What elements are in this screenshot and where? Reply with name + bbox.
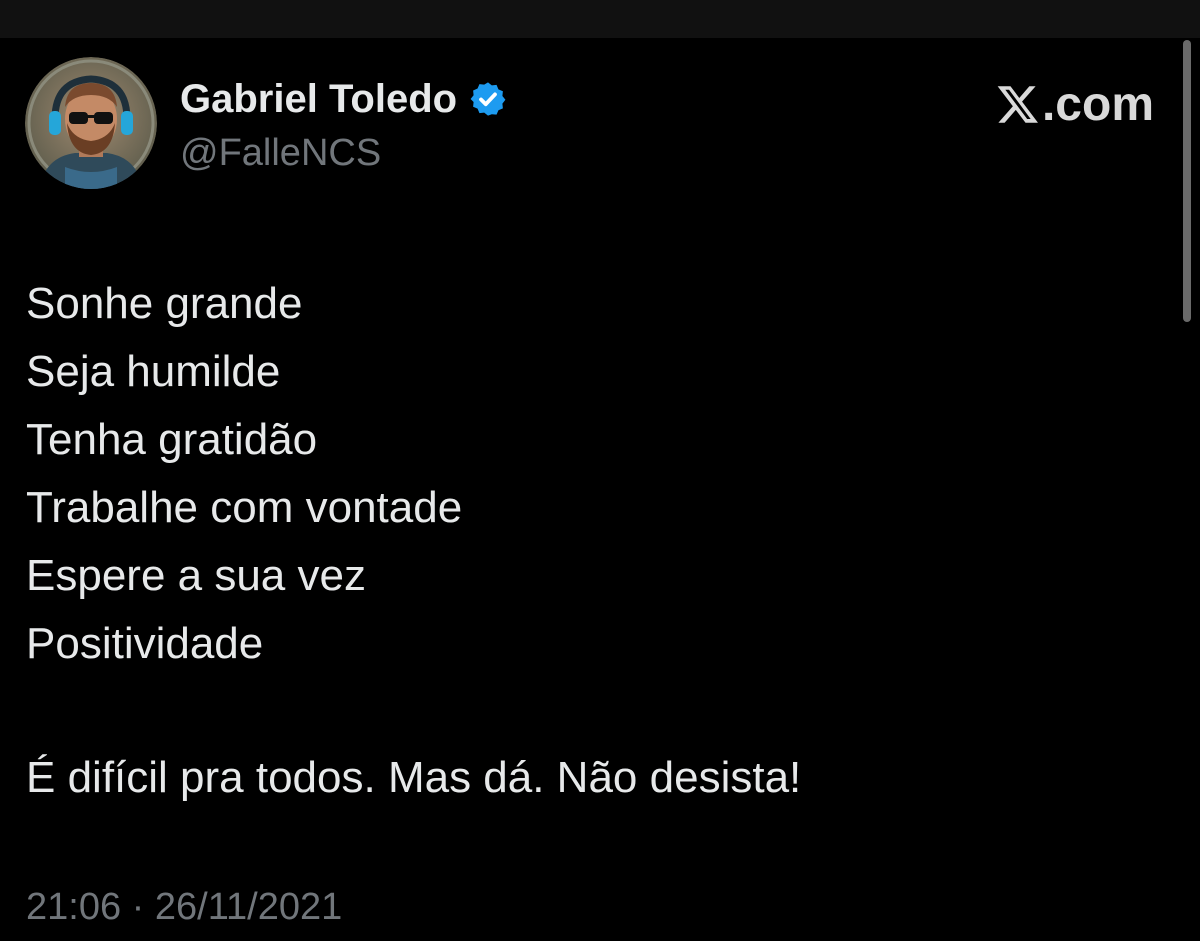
top-strip (0, 0, 1200, 38)
tweet-closing-line: É difícil pra todos. Mas dá. Não desista… (26, 753, 802, 802)
tweet-line: Seja humilde (26, 347, 281, 396)
display-name[interactable]: Gabriel Toledo (180, 74, 457, 124)
verified-badge-icon (469, 80, 507, 118)
author-block: Gabriel Toledo @FalleNCS (180, 74, 507, 178)
tweet-line: Tenha gratidão (26, 415, 318, 464)
tweet-text: Sonhe grande Seja humilde Tenha gratidão… (26, 270, 462, 678)
brand-watermark: .com (996, 74, 1154, 134)
tweet-time: 21:06 (26, 886, 122, 928)
scrollbar[interactable] (1183, 40, 1191, 322)
tweet-line: Positividade (26, 619, 264, 668)
tweet-timestamp[interactable]: 21:06 · 26/11/2021 (26, 882, 342, 932)
handle[interactable]: @FalleNCS (180, 128, 507, 178)
tweet-line: Trabalhe com vontade (26, 483, 463, 532)
tweet-date: 26/11/2021 (154, 886, 343, 928)
name-row: Gabriel Toledo (180, 74, 507, 124)
avatar[interactable] (25, 57, 157, 189)
brand-domain-text: .com (1041, 77, 1154, 131)
tweet-line: Espere a sua vez (26, 551, 366, 600)
meta-separator: · (131, 886, 145, 928)
tweet-line: Sonhe grande (26, 279, 303, 328)
x-logo-icon (997, 86, 1038, 123)
